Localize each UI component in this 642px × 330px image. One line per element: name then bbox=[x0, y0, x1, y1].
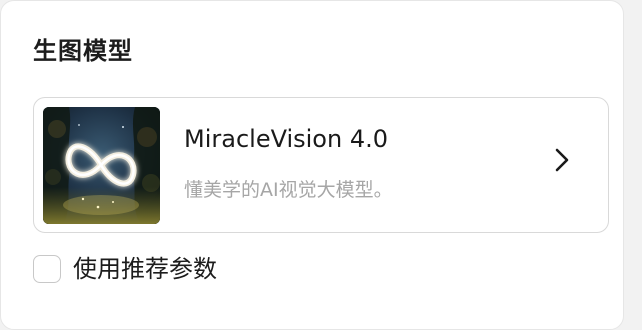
chevron-right-icon[interactable] bbox=[552, 146, 572, 174]
infinity-logo-icon bbox=[43, 107, 160, 224]
use-recommended-params-option[interactable]: 使用推荐参数 bbox=[33, 251, 217, 287]
model-selector-card[interactable]: MiracleVision 4.0 懂美学的AI视觉大模型。 bbox=[33, 97, 609, 233]
model-settings-panel: 生图模型 MiracleVision 4.0 懂美学的AI视觉大模型。 使用推荐… bbox=[0, 0, 624, 330]
use-recommended-params-checkbox[interactable] bbox=[33, 255, 61, 283]
model-thumbnail bbox=[43, 107, 160, 224]
model-description: 懂美学的AI视觉大模型。 bbox=[184, 179, 393, 201]
model-name: MiracleVision 4.0 bbox=[184, 125, 388, 153]
section-title: 生图模型 bbox=[33, 37, 133, 65]
use-recommended-params-label: 使用推荐参数 bbox=[73, 255, 217, 283]
